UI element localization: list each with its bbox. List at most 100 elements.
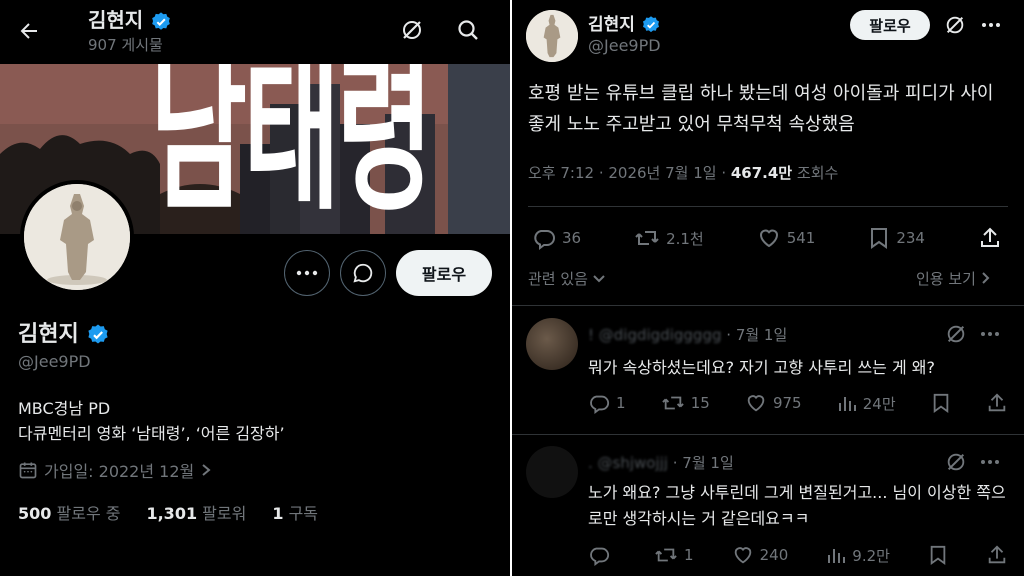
subscriptions-stat[interactable]: 1 구독 <box>272 500 318 524</box>
followers-label: 팔로워 <box>202 504 247 523</box>
like-button[interactable]: 975 <box>745 392 802 414</box>
back-arrow-icon[interactable] <box>14 16 44 46</box>
heart-icon <box>734 547 751 564</box>
tweet-time[interactable]: 오후 7:12 · 2026년 7월 1일 · <box>528 164 731 182</box>
chevron-right-icon <box>202 464 211 476</box>
reply-date[interactable]: · 7월 1일 <box>726 326 787 344</box>
search-icon[interactable] <box>452 14 484 46</box>
reply-count: 36 <box>562 229 582 247</box>
related-toggle[interactable]: 관련 있음 <box>528 268 605 289</box>
message-button[interactable] <box>340 250 386 296</box>
heart-icon <box>759 229 778 248</box>
followers-count: 1,301 <box>146 504 198 523</box>
post-count: 907 게시물 <box>88 36 163 54</box>
analytics-icon <box>838 397 856 411</box>
verified-icon <box>641 15 661 35</box>
retweet-button[interactable]: 15 <box>661 392 710 414</box>
divider <box>528 206 1008 207</box>
grok-icon[interactable] <box>942 448 970 476</box>
profile-name-text: 김현지 <box>18 322 79 347</box>
subscriptions-label: 구독 <box>288 504 319 523</box>
retweet-button[interactable]: 2.1천 <box>634 226 704 250</box>
follow-button[interactable]: 팔로우 <box>850 10 930 40</box>
like-count: 240 <box>759 546 789 564</box>
author-avatar[interactable] <box>526 10 578 62</box>
bookmark-icon <box>871 228 888 249</box>
join-date[interactable]: 가입일: 2022년 12월 <box>18 458 212 482</box>
chevron-right-icon <box>982 272 990 284</box>
retweet-icon <box>661 396 684 410</box>
share-icon <box>980 227 999 247</box>
bio-line-2: 다큐멘터리 영화 ‘남태령’, ‘어른 김장하’ <box>18 424 285 443</box>
like-button[interactable]: 240 <box>732 544 789 566</box>
bookmark-button[interactable] <box>931 392 951 414</box>
tweet-views-label: 조회수 <box>796 164 839 182</box>
join-date-text: 가입일: 2022년 12월 <box>44 462 195 481</box>
more-options-button[interactable] <box>284 250 330 296</box>
view-count: 9.2만 <box>852 546 890 565</box>
bookmark-button[interactable] <box>928 544 948 566</box>
author-name[interactable]: 김현지 <box>588 10 661 35</box>
share-button[interactable] <box>978 226 1002 250</box>
reply-header: ! @digdigdiggggg · 7월 1일 <box>588 324 787 345</box>
reply-handle[interactable]: . @shjwojjj <box>588 454 668 472</box>
profile-panel: 김현지 907 게시물 남태령 팔로우 김현지 @Jee9PD MBC경남 PD… <box>0 0 510 576</box>
subscriptions-count: 1 <box>272 504 284 523</box>
reply-count: 1 <box>616 394 626 412</box>
views-button[interactable]: 24만 <box>837 393 896 414</box>
reply-actions: 1 240 9.2만 <box>588 544 1008 566</box>
banner-title: 남태령 <box>150 64 433 234</box>
message-icon <box>353 263 373 283</box>
share-button[interactable] <box>986 544 1008 566</box>
tweet-text: 호평 받는 유튜브 클립 하나 봤는데 여성 아이돌과 피디가 사이좋게 노노 … <box>528 83 994 135</box>
reply-button[interactable]: 36 <box>532 226 581 250</box>
like-count: 975 <box>772 394 802 412</box>
profile-handle: @Jee9PD <box>18 352 91 371</box>
view-quotes-link[interactable]: 인용 보기 <box>916 268 991 289</box>
tweet-panel: 김현지 @Jee9PD 팔로우 호평 받는 유튜브 클립 하나 봤는데 여성 아… <box>512 0 1024 576</box>
divider <box>512 305 1024 306</box>
reply-button[interactable] <box>588 544 616 566</box>
reply-icon <box>590 395 610 414</box>
avatar[interactable] <box>20 180 134 294</box>
retweet-icon <box>655 548 677 562</box>
reply-header: . @shjwojjj · 7월 1일 <box>588 452 734 473</box>
views-button[interactable]: 9.2만 <box>826 545 890 566</box>
more-icon[interactable] <box>976 10 1006 40</box>
bookmark-button[interactable]: 234 <box>868 226 925 250</box>
verified-icon <box>150 11 172 33</box>
header-name: 김현지 <box>88 4 172 33</box>
followers-stat[interactable]: 1,301 팔로워 <box>146 500 246 524</box>
following-stat[interactable]: 500 팔로우 중 <box>18 500 120 524</box>
related-label: 관련 있음 <box>528 270 588 288</box>
more-icon[interactable] <box>976 320 1004 348</box>
reply-avatar[interactable] <box>526 446 578 498</box>
bookmark-icon <box>933 393 949 413</box>
tweet-views: 467.4만 <box>730 164 793 182</box>
verified-icon <box>86 323 110 347</box>
author-name-text: 김현지 <box>588 15 635 35</box>
clay-figure-image <box>526 10 578 62</box>
reply-date[interactable]: · 7월 1일 <box>673 454 734 472</box>
grok-icon[interactable] <box>396 14 428 46</box>
divider <box>512 434 1024 435</box>
share-button[interactable] <box>986 392 1008 414</box>
like-button[interactable]: 541 <box>757 226 816 250</box>
retweet-button[interactable]: 1 <box>654 544 694 566</box>
more-icon[interactable] <box>976 448 1004 476</box>
bio-line-1: MBC경남 PD <box>18 399 111 418</box>
reply-avatar[interactable] <box>526 318 578 370</box>
more-icon <box>296 270 318 276</box>
calendar-icon <box>19 462 37 479</box>
grok-icon[interactable] <box>942 320 970 348</box>
reply-text: 뭐가 속상하셨는데요? 자기 고향 사투리 쓰는 게 왜? <box>588 358 935 377</box>
like-count: 541 <box>786 229 816 247</box>
reply-button[interactable]: 1 <box>588 392 626 414</box>
follow-button[interactable]: 팔로우 <box>396 250 492 296</box>
following-count: 500 <box>18 504 52 523</box>
reply-handle[interactable]: ! @digdigdiggggg <box>588 326 722 344</box>
profile-name: 김현지 <box>18 316 110 348</box>
header-name-text: 김현지 <box>88 8 144 32</box>
reply-icon <box>534 230 555 250</box>
grok-icon[interactable] <box>940 10 970 40</box>
